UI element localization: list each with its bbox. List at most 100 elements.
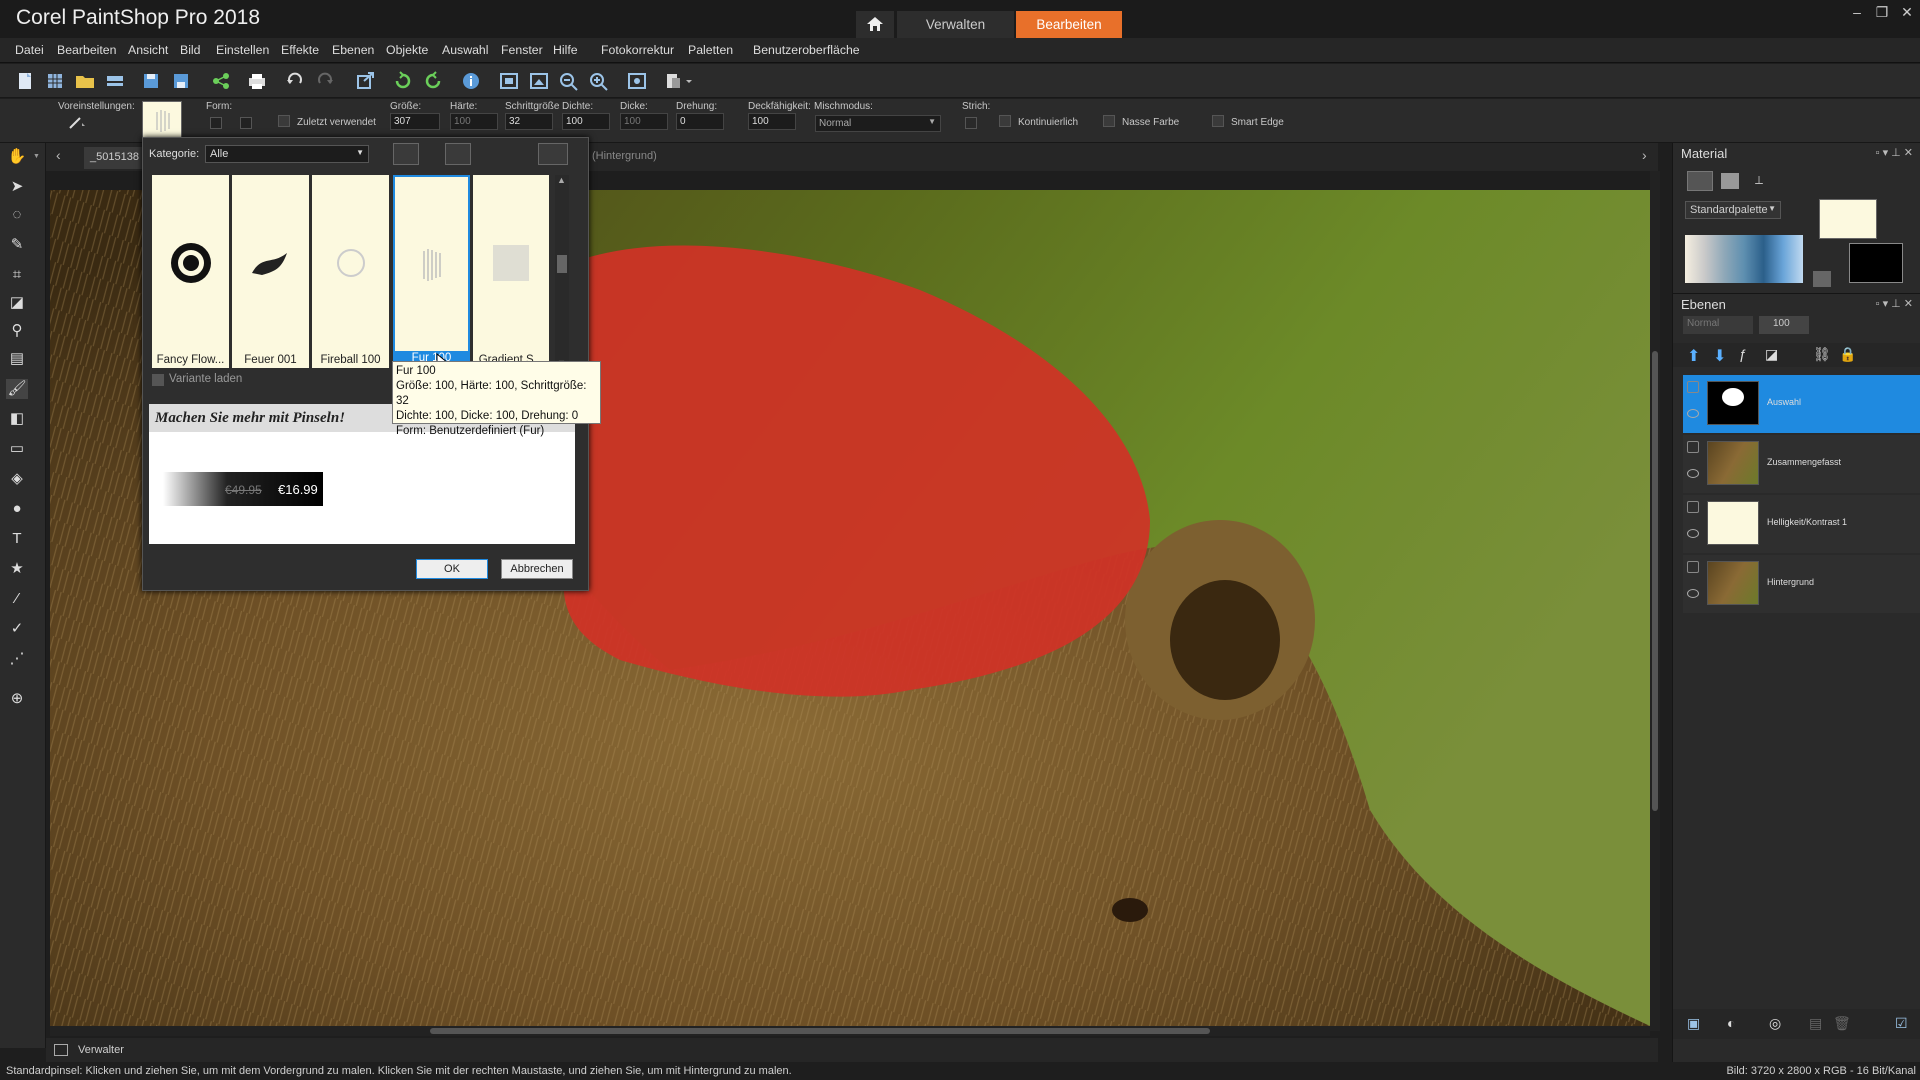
density-input[interactable]: 100 [562,113,610,130]
straighten-icon[interactable]: ◪ [6,293,28,313]
organizer-label[interactable]: Verwalter [78,1044,124,1056]
retouch-icon[interactable]: ▤ [6,349,28,369]
rotate-right-icon[interactable] [422,71,444,91]
menu-bild[interactable]: Bild [180,43,201,57]
pen-icon[interactable]: ⁄ [6,589,28,609]
eye-icon[interactable] [1687,469,1699,478]
undo-icon[interactable] [284,71,306,91]
zoom-out-icon[interactable] [558,71,580,91]
layer-properties-icon[interactable]: ☑ [1895,1015,1908,1032]
opacity-input[interactable]: 100 [748,113,796,130]
layer-visibility-toggle[interactable] [1687,501,1699,513]
layer-row-hintergrund[interactable]: Hintergrund [1683,555,1920,613]
tab-scroll-left-icon[interactable]: ‹ [56,147,61,163]
menu-auswahl[interactable]: Auswahl [442,43,488,57]
pick-arrow-icon[interactable]: ➤ [6,177,28,197]
stroke-icon[interactable] [965,117,977,129]
rotation-input[interactable]: 0 [676,113,724,130]
link-layer-icon[interactable]: ⛓ [1813,346,1831,363]
smart-edge-checkbox[interactable] [1212,115,1224,127]
menu-fotokorrektur[interactable]: Fotokorrektur [601,43,674,57]
lasso-icon[interactable]: ◌ [6,205,28,225]
gradient-view-icon[interactable] [1721,173,1739,189]
organizer-icon[interactable] [54,1044,68,1056]
layout-menu-icon[interactable] [664,71,692,91]
eraser-icon[interactable]: ▭ [6,439,28,459]
recent-checkbox[interactable] [278,115,290,127]
menu-ansicht[interactable]: Ansicht [128,43,168,57]
open-folder-icon[interactable] [74,71,96,91]
eye-icon[interactable] [1687,409,1699,418]
delete-layer-icon[interactable]: 🗑 [1833,1015,1851,1032]
ok-button[interactable]: OK [416,559,488,579]
print-icon[interactable] [246,71,268,91]
new-layer-icon[interactable]: ▣ [1687,1015,1700,1032]
brush-tip-selector[interactable] [142,101,182,139]
add-tool-icon[interactable]: ⊕ [6,689,28,709]
panel-controls-icon[interactable]: ▫ ▾ ⊥ ✕ [1876,297,1913,310]
menu-paletten[interactable]: Paletten [688,43,733,57]
vertical-scrollbar[interactable] [1650,171,1660,1031]
fill-icon[interactable]: ◈ [6,469,28,489]
layer-visibility-toggle[interactable] [1687,561,1699,573]
adjust-view-icon[interactable]: ⟂ [1755,173,1773,189]
zoom-in-icon[interactable] [588,71,610,91]
palette-select[interactable]: Standardpalette ▼ [1685,201,1781,219]
resize-icon[interactable] [354,71,376,91]
home-workspace-button[interactable] [856,11,894,38]
maximize-button[interactable]: ❐ [1869,2,1895,22]
tab-scroll-right-icon[interactable]: › [1642,147,1647,163]
layer-row-zusammengefasst[interactable]: Zusammengefasst [1683,435,1920,493]
menu-bearbeiten[interactable]: Bearbeiten [57,43,116,57]
menu-objekte[interactable]: Objekte [386,43,428,57]
shape-square-toggle[interactable] [240,117,252,129]
eye-icon[interactable] [1687,529,1699,538]
shape-round-toggle[interactable] [210,117,222,129]
import-brush-icon[interactable] [393,143,419,165]
info-icon[interactable] [460,71,482,91]
minimize-button[interactable]: – [1844,2,1870,22]
menu-datei[interactable]: Datei [15,43,44,57]
eye-icon[interactable] [1687,589,1699,598]
layer-visibility-toggle[interactable] [1687,381,1699,393]
mask-icon[interactable]: ◐ [1727,1015,1735,1031]
menu-einstellen[interactable]: Einstellen [216,43,269,57]
size-input[interactable]: 307 [390,113,440,130]
swap-colors-icon[interactable] [1813,271,1831,287]
save-as-icon[interactable] [170,71,192,91]
layer-row-helligkeit[interactable]: Helligkeit/Kontrast 1 [1683,495,1920,553]
workspace-tab-manage[interactable]: Verwalten [897,11,1014,38]
share-icon[interactable] [210,71,232,91]
load-variant-checkbox[interactable] [152,374,164,386]
menu-ebenen[interactable]: Ebenen [332,43,374,57]
brush-thumbnail[interactable]: Gradient S... [473,175,549,368]
brush-thumbnail[interactable]: Feuer 001 [232,175,309,368]
mesh-icon[interactable]: ⋰ [6,649,28,669]
brush-list-scrollbar[interactable]: ▲ ▼ [555,175,569,368]
cancel-button[interactable]: Abbrechen [501,559,573,579]
actual-size-icon[interactable] [626,71,648,91]
new-raster-layer-icon[interactable]: ⬆ [1687,346,1700,366]
lock-layer-icon[interactable]: 🔒 [1839,346,1856,363]
blend-mode-select[interactable]: Normal ▼ [815,115,941,132]
layer-blend-mode-select[interactable]: Normal [1683,316,1753,334]
wet-paint-checkbox[interactable] [1103,115,1115,127]
color-picker-icon[interactable]: ● [6,499,28,519]
gradient-icon[interactable]: ◧ [6,409,28,429]
new-grid-icon[interactable] [44,71,66,91]
crop-icon[interactable]: ⌗ [6,265,28,285]
menu-effekte[interactable]: Effekte [281,43,319,57]
menu-fenster[interactable]: Fenster [501,43,543,57]
thickness-input[interactable]: 100 [620,113,668,130]
menu-hilfe[interactable]: Hilfe [553,43,578,57]
eyedropper-icon[interactable]: ✎ [6,235,28,255]
layer-opacity-input[interactable]: 100 [1759,316,1809,334]
mask-layer-icon[interactable]: ◪ [1765,346,1778,363]
hardness-input[interactable]: 100 [450,113,498,130]
new-file-icon[interactable] [14,71,36,91]
pan-hand-icon[interactable]: ✋ [6,147,28,167]
color-swatches-grid[interactable] [1685,235,1803,283]
foreground-color-swatch[interactable] [1819,199,1877,239]
horizontal-scrollbar[interactable] [50,1026,1650,1036]
layer-visibility-toggle[interactable] [1687,441,1699,453]
